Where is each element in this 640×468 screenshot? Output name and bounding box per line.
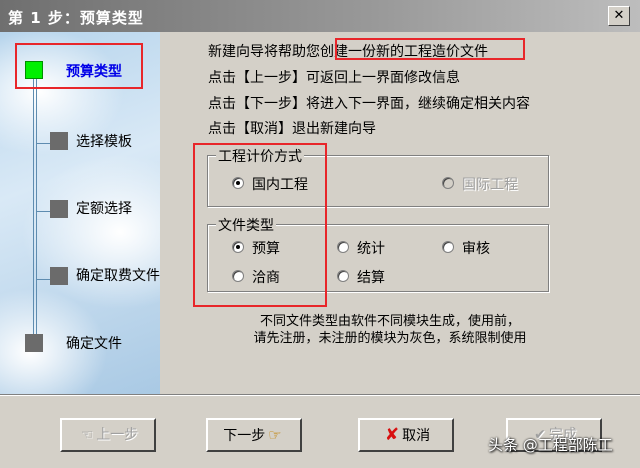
intro-line-2: 点击【上一步】可返回上一界面修改信息 (208, 70, 460, 86)
radio-settlement-label: 结算 (357, 270, 385, 286)
step-label-select-template: 选择模板 (76, 134, 132, 150)
radio-statistics-label: 统计 (357, 241, 385, 257)
cancel-button-label: 取消 (402, 428, 431, 444)
radio-dot[interactable] (442, 241, 454, 253)
close-icon: ✕ (613, 8, 625, 23)
highlight-box-options (193, 143, 327, 307)
radio-dot[interactable] (337, 270, 349, 282)
next-button[interactable]: 下一步 ☞ (206, 418, 302, 452)
title-bar: 第 1 步：预算类型 ✕ (0, 0, 640, 32)
tree-line (33, 74, 34, 340)
radio-audit-label: 审核 (462, 241, 490, 257)
step-label-quota-select: 定额选择 (76, 201, 132, 217)
tree-line (36, 74, 37, 340)
tree-branch (36, 279, 50, 280)
prev-button[interactable]: ☜ 上一步 (60, 418, 156, 452)
prev-button-label: 上一步 (96, 427, 139, 443)
radio-international-label: 国际工程 (462, 177, 518, 193)
cancel-button[interactable]: ✘ 取消 (358, 418, 454, 452)
note-line-1: 不同文件类型由软件不同模块生成，使用前， (259, 314, 520, 329)
next-button-label: 下一步 (223, 428, 266, 444)
radio-dot[interactable] (442, 177, 454, 189)
intro-line-3: 点击【下一步】将进入下一界面，继续确定相关内容 (208, 96, 530, 112)
radio-dot[interactable] (337, 241, 349, 253)
intro-line-1-prefix: 新建向导将帮助您 (208, 44, 320, 60)
intro-line-4: 点击【取消】退出新建向导 (208, 121, 376, 137)
hand-right-icon: ☞ (268, 426, 282, 444)
tree-branch (36, 211, 50, 212)
highlight-box-current-step (15, 43, 143, 89)
window-title: 第 1 步：预算类型 (8, 9, 144, 27)
cancel-x-icon: ✘ (384, 425, 400, 445)
highlight-box-intro (335, 38, 525, 60)
note-line-2: 请先注册，未注册的模块为灰色，系统限制使用 (253, 331, 527, 346)
watermark-text: 头条 @工程部陈工 (488, 436, 613, 454)
module-note: 不同文件类型由软件不同模块生成，使用前， 请先注册，未注册的模块为灰色，系统限制… (200, 313, 580, 347)
step-label-fee-file: 确定取费文件 (76, 268, 160, 284)
tree-branch (36, 143, 50, 144)
close-button[interactable]: ✕ (608, 6, 630, 26)
step-marker (50, 267, 68, 285)
step-label-confirm-file: 确定文件 (66, 336, 122, 352)
wizard-window: 第 1 步：预算类型 ✕ 预算类型 选择模板 定额选择 确定取费文件 确定文件 … (0, 0, 640, 468)
step-marker (50, 132, 68, 150)
step-marker (50, 200, 68, 218)
step-marker (25, 334, 43, 352)
footer-separator (0, 394, 640, 396)
hand-left-icon: ☜ (80, 427, 94, 443)
